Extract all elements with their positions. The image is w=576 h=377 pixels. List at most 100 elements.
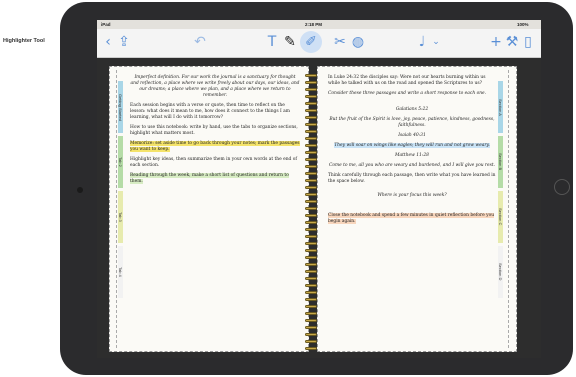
- highlighted-text: Memorize: set aside time to go back thro…: [130, 141, 300, 152]
- spiral-coil: [305, 102, 317, 105]
- right-page[interactable]: Section A Section B Section C Section D …: [317, 66, 517, 352]
- home-button[interactable]: [554, 179, 570, 195]
- share-icon[interactable]: ⇪: [117, 33, 131, 51]
- carrier-label: iPad: [101, 22, 111, 27]
- spiral-coil: [305, 130, 317, 133]
- highlighted-text: Close the notebook and spend a few minut…: [328, 213, 495, 224]
- left-page[interactable]: Getting Started Tab 2 Tab 3 Tab 4 Imperf…: [109, 66, 309, 352]
- spiral-coil: [305, 172, 317, 175]
- camera-icon: [77, 187, 83, 193]
- paragraph: Consider these three passages and write …: [328, 91, 487, 96]
- app-screen: iPad 2:18 PM 100% ‹ ⇪ ↶ T ✎ ✐ ✂ ◍ ♩ ⌄ + …: [97, 20, 541, 358]
- spiral-coil: [305, 186, 317, 189]
- pen-icon[interactable]: ✎: [283, 33, 297, 51]
- paragraph: Close the notebook and spend a few minut…: [328, 213, 496, 225]
- spiral-coil: [305, 312, 317, 315]
- highlighted-text: They will soar on wings like eagles; the…: [334, 143, 490, 148]
- verse-text: But the fruit of the Spirit is love, joy…: [329, 117, 495, 128]
- paragraph: Highlight key ideas, then summarize them…: [130, 157, 298, 168]
- toolbar: ‹ ⇪ ↶ T ✎ ✐ ✂ ◍ ♩ ⌄ + ⚒ ▯: [97, 29, 541, 58]
- undo-icon[interactable]: ↶: [193, 33, 207, 51]
- verse-text: They will soar on wings like eagles; the…: [328, 143, 496, 149]
- plus-icon[interactable]: +: [489, 33, 503, 51]
- spiral-coil: [305, 144, 317, 147]
- spiral-coil: [305, 207, 317, 210]
- spiral-coil: [305, 214, 317, 217]
- right-tab-1[interactable]: Section A: [498, 81, 503, 133]
- verse-reference: Isaiah 40:31: [398, 133, 426, 138]
- spiral-coil: [305, 326, 317, 329]
- notebook: Getting Started Tab 2 Tab 3 Tab 4 Imperf…: [97, 58, 541, 358]
- apple-icon[interactable]: ◍: [351, 33, 365, 51]
- spiral-coil: [305, 116, 317, 119]
- paragraph: Reading through the week, make a short l…: [130, 173, 300, 185]
- left-tab-2[interactable]: Tab 2: [118, 136, 123, 188]
- chevron-left-icon[interactable]: ‹: [101, 33, 115, 51]
- left-tab-4[interactable]: Tab 4: [118, 246, 123, 298]
- spiral-coil: [305, 158, 317, 161]
- spiral-coil: [305, 151, 317, 154]
- right-tab-3[interactable]: Section C: [498, 191, 503, 243]
- spiral-coil: [305, 256, 317, 259]
- spiral-coil: [305, 200, 317, 203]
- spiral-coil: [305, 305, 317, 308]
- left-tab-1[interactable]: Getting Started: [118, 81, 123, 133]
- clock: 2:18 PM: [305, 22, 323, 27]
- highlighted-text: Reading through the week, make a short l…: [130, 173, 289, 184]
- wrench-icon[interactable]: ⚒: [505, 33, 519, 51]
- spiral-coil: [305, 109, 317, 112]
- spiral-coil: [305, 123, 317, 126]
- spiral-coil: [305, 277, 317, 280]
- right-tab-2[interactable]: Section B: [498, 136, 503, 188]
- spiral-coil: [305, 319, 317, 322]
- spiral-coil: [305, 347, 317, 350]
- right-page-text: In Luke 24:32 the disciples say: Were no…: [328, 75, 496, 229]
- spiral-coil: [305, 137, 317, 140]
- question: Where is your focus this week?: [377, 193, 447, 198]
- right-tab-4[interactable]: Section D: [498, 246, 503, 298]
- right-stitch: [508, 70, 510, 348]
- highlighter-tool-callout: Highlighter Tool: [3, 38, 45, 44]
- left-tabs: Getting Started Tab 2 Tab 3 Tab 4: [118, 81, 128, 301]
- mic-icon[interactable]: ♩: [415, 33, 429, 51]
- spiral-coil: [305, 179, 317, 182]
- spiral-coil: [305, 95, 317, 98]
- paragraph: Imperfect definition. For our work the j…: [130, 75, 300, 98]
- spiral-coil: [305, 242, 317, 245]
- verse-reference: Matthew 11:28: [395, 153, 429, 158]
- device-icon[interactable]: ▯: [521, 33, 535, 51]
- spiral-binding: [305, 74, 317, 354]
- paragraph: Think carefully through each passage, th…: [328, 173, 496, 184]
- spiral-coil: [305, 81, 317, 84]
- spiral-coil: [305, 165, 317, 168]
- left-page-text: Imperfect definition. For our work the j…: [130, 75, 300, 189]
- spiral-coil: [305, 228, 317, 231]
- spiral-coil: [305, 235, 317, 238]
- scissors-icon[interactable]: ✂: [333, 33, 347, 51]
- verse-text: Come to me, all you who are weary and bu…: [328, 163, 496, 168]
- left-tab-3[interactable]: Tab 3: [118, 191, 123, 243]
- verse-reference: Galatians 5:22: [395, 107, 429, 112]
- spiral-coil: [305, 298, 317, 301]
- paragraph: Memorize: set aside time to go back thro…: [130, 141, 300, 153]
- spiral-coil: [305, 263, 317, 266]
- chevron-down-icon[interactable]: ⌄: [431, 33, 441, 51]
- spiral-coil: [305, 221, 317, 224]
- right-tabs: Section A Section B Section C Section D: [498, 81, 508, 301]
- paragraph: In Luke 24:32 the disciples say: Were no…: [328, 75, 486, 86]
- paragraph: Each session begins with a verse or quot…: [130, 103, 290, 120]
- spiral-coil: [305, 333, 317, 336]
- spiral-coil: [305, 340, 317, 343]
- paragraph: How to use this notebook: write by hand,…: [130, 125, 298, 136]
- spiral-coil: [305, 74, 317, 77]
- text-tool-button[interactable]: T: [265, 33, 279, 51]
- spiral-coil: [305, 193, 317, 196]
- spiral-coil: [305, 88, 317, 91]
- status-bar: iPad 2:18 PM 100%: [97, 20, 541, 29]
- spiral-coil: [305, 284, 317, 287]
- spiral-coil: [305, 270, 317, 273]
- highlighter-icon[interactable]: ✐: [300, 31, 322, 53]
- spiral-coil: [305, 249, 317, 252]
- spiral-coil: [305, 291, 317, 294]
- battery-label: 100%: [517, 22, 529, 27]
